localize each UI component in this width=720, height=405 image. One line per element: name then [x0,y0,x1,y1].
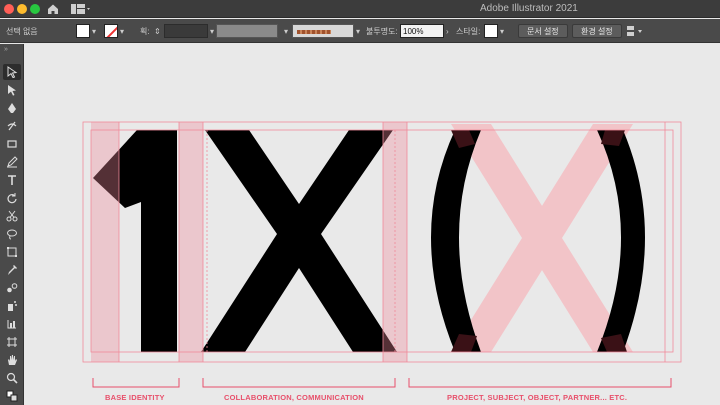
close-window-button[interactable] [4,4,14,14]
pen-tool[interactable] [3,100,21,116]
fill-stroke-swatches[interactable] [3,388,21,404]
chevron-down-icon[interactable]: ▾ [500,27,504,36]
rectangle-tool[interactable] [3,136,21,152]
workspace-switcher-icon[interactable] [70,3,92,15]
brush-definition-preview[interactable] [292,24,354,38]
tools-panel: » [0,44,24,405]
artwork [82,121,682,388]
chevron-down-icon[interactable]: ▾ [92,27,96,36]
blend-tool[interactable] [3,280,21,296]
lasso-icon [7,229,17,240]
symbol-sprayer-tool[interactable] [3,298,21,314]
eyedropper-icon [8,265,17,275]
pencil-tool[interactable] [3,154,21,170]
symbol-sprayer-icon [8,301,17,311]
chevron-down-icon[interactable]: ▾ [284,27,288,36]
selection-status: 선택 없음 [6,26,38,36]
hand-icon [8,355,17,365]
label-base-identity: BASE IDENTITY [105,393,165,402]
free-transform-icon [7,247,17,257]
curvature-tool[interactable] [3,118,21,134]
opacity-field[interactable]: 100% [400,24,444,38]
stroke-swatch[interactable] [104,24,118,38]
selection-arrow-icon [7,66,18,78]
graph-icon [7,320,16,329]
direct-selection-arrow-icon [8,85,16,96]
artboard-tool[interactable] [3,334,21,350]
lasso-tool[interactable] [3,226,21,242]
style-label: 스타일: [456,26,481,36]
direct-selection-tool[interactable] [3,82,21,98]
label-collaboration: COLLABORATION, COMMUNICATION [224,393,364,402]
blend-icon [7,283,18,293]
home-icon[interactable] [46,2,60,16]
chevron-down-icon[interactable]: ▾ [120,27,124,36]
zoom-tool[interactable] [3,370,21,386]
section-brackets [92,378,672,388]
eyedropper-tool[interactable] [3,262,21,278]
rotate-icon [7,193,17,204]
scissors-icon [6,210,18,222]
preferences-button[interactable]: 환경 설정 [572,24,622,38]
free-transform-tool[interactable] [3,244,21,260]
maximize-window-button[interactable] [30,4,40,14]
type-tool[interactable] [3,172,21,188]
label-project: PROJECT, SUBJECT, OBJECT, PARTNER... ETC… [447,393,628,402]
ghost-x-shape [451,124,633,352]
chevron-down-icon[interactable]: ▾ [210,27,214,36]
chevron-right-icon[interactable]: › [446,27,449,36]
column-graph-tool[interactable] [3,316,21,332]
graphic-style-swatch[interactable] [484,24,498,38]
artboard-icon [7,337,17,347]
rectangle-icon [7,140,17,148]
fill-stroke-icon [6,390,18,402]
canvas[interactable]: BASE IDENTITY COLLABORATION, COMMUNICATI… [25,44,720,405]
variable-width-profile[interactable] [216,24,278,38]
zoom-icon [6,372,18,384]
collapse-panel-icon[interactable]: » [4,46,8,53]
glyph-x [201,130,397,352]
chevron-down-icon[interactable]: ▾ [356,27,360,36]
hand-tool[interactable] [3,352,21,368]
pencil-icon [7,156,18,168]
type-icon [8,175,16,185]
pen-icon [8,103,16,113]
opacity-label: 불투명도: [366,26,398,36]
curvature-pen-icon [7,121,17,131]
stepper-icon[interactable]: ⇕ [154,27,161,36]
rotate-tool[interactable] [3,190,21,206]
opacity-value: 100% [403,26,424,36]
selection-tool[interactable] [3,64,21,80]
scissors-tool[interactable] [3,208,21,224]
window-title: Adobe Illustrator 2021 [480,3,578,14]
title-bar: Adobe Illustrator 2021 [0,0,720,18]
control-bar: 선택 없음 ▾ ▾ 획: ⇕ ▾ ▾ ▾ 불투명도: 100% › 스타일: ▾… [0,19,720,43]
document-setup-button[interactable]: 문서 설정 [518,24,568,38]
stroke-weight-field[interactable] [164,24,208,38]
arrange-documents-icon[interactable] [626,25,644,37]
stroke-label: 획: [140,26,150,36]
minimize-window-button[interactable] [17,4,27,14]
fill-swatch[interactable] [76,24,90,38]
